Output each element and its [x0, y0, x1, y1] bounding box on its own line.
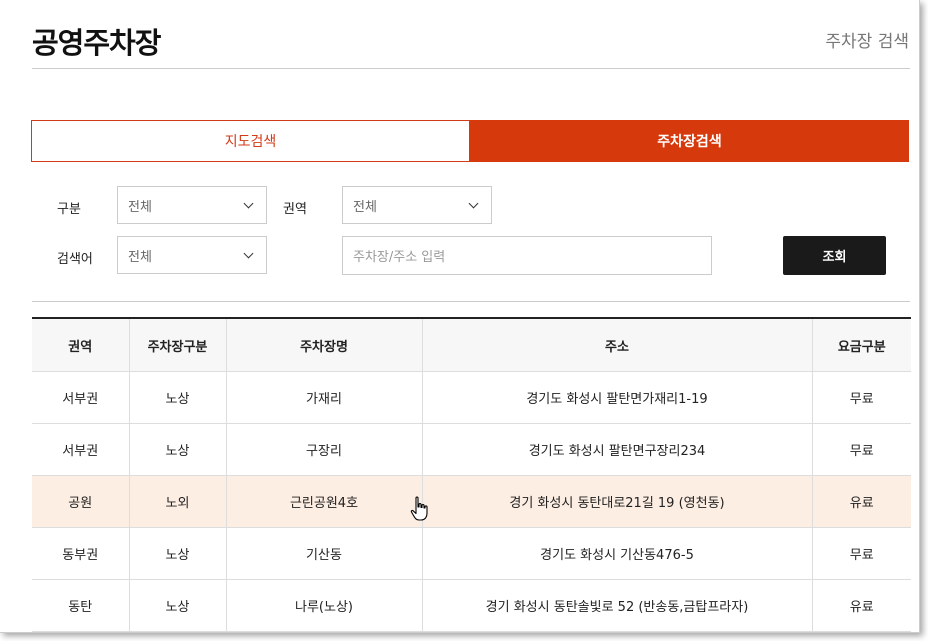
keyword-label: 검색어 [57, 252, 93, 267]
cell-address: 경기 화성시 동탄대로21길 19 (영천동) [421, 475, 812, 528]
table-row[interactable]: 동탄 노상 나루(노상) 경기 화성시 동탄솔빛로 52 (반송동,금탑프라자)… [32, 579, 911, 632]
cell-type: 노상 [128, 371, 226, 424]
page-title: 공영주차장 [32, 26, 161, 60]
cell-address: 경기도 화성시 팔탄면가재리1-19 [421, 371, 812, 424]
region-select-value: 전체 [353, 199, 377, 215]
cell-name: 구장리 [225, 423, 422, 476]
cell-name: 기산동 [225, 527, 422, 580]
cell-fee: 유료 [811, 475, 911, 528]
category-select[interactable]: 전체 [117, 186, 267, 224]
tab-parking-search[interactable]: 주차장검색 [470, 120, 909, 162]
window-frame: 공영주차장 주차장 검색 지도검색 주차장검색 구분 전체 권역 전체 검색어 … [0, 0, 920, 633]
tab-map-search[interactable]: 지도검색 [31, 120, 470, 162]
table-header-row: 권역 주차장구분 주차장명 주소 요금구분 [32, 318, 911, 372]
filter-divider [32, 301, 910, 302]
region-select[interactable]: 전체 [342, 186, 492, 224]
keyword-type-value: 전체 [128, 249, 152, 265]
table-row[interactable]: 서부권 노상 가재리 경기도 화성시 팔탄면가재리1-19 무료 [32, 371, 911, 424]
column-header-type: 주차장구분 [128, 318, 226, 372]
keyword-placeholder: 주차장/주소 입력 [353, 250, 446, 265]
cell-type: 노외 [128, 475, 226, 528]
cell-type: 노상 [128, 527, 226, 580]
breadcrumb[interactable]: 주차장 검색 [825, 27, 909, 52]
cell-fee: 무료 [811, 527, 911, 580]
chevron-down-icon [243, 198, 254, 209]
cell-fee: 유료 [811, 579, 911, 632]
cell-type: 노상 [128, 579, 226, 632]
search-button[interactable]: 조회 [783, 236, 886, 275]
cell-region: 서부권 [32, 423, 129, 476]
cell-address: 경기도 화성시 기산동476-5 [421, 527, 812, 580]
column-header-fee: 요금구분 [811, 318, 911, 372]
cell-name: 나루(노상) [225, 579, 422, 632]
category-select-value: 전체 [128, 199, 152, 215]
category-label: 구분 [57, 202, 81, 217]
region-label: 권역 [283, 202, 307, 217]
table-row-hovered[interactable]: 공원 노외 근린공원4호 경기 화성시 동탄대로21길 19 (영천동) 유료 [32, 475, 911, 528]
keyword-type-select[interactable]: 전체 [117, 236, 267, 274]
cell-region: 동부권 [32, 527, 129, 580]
cell-fee: 무료 [811, 371, 911, 424]
chevron-down-icon [243, 248, 254, 259]
hand-pointer-icon [410, 496, 428, 521]
cell-type: 노상 [128, 423, 226, 476]
cell-region: 공원 [32, 475, 129, 528]
chevron-down-icon [468, 198, 479, 209]
cell-region: 동탄 [32, 579, 129, 632]
cell-name: 근린공원4호 [225, 475, 422, 528]
column-header-name: 주차장명 [225, 318, 422, 372]
cell-region: 서부권 [32, 371, 129, 424]
header-divider [32, 68, 910, 69]
cell-fee: 무료 [811, 423, 911, 476]
table-row[interactable]: 동부권 노상 기산동 경기도 화성시 기산동476-5 무료 [32, 527, 911, 580]
parking-table: 권역 주차장구분 주차장명 주소 요금구분 서부권 노상 가재리 경기도 화성시… [32, 317, 911, 632]
cell-address: 경기도 화성시 팔탄면구장리234 [421, 423, 812, 476]
cell-name: 가재리 [225, 371, 422, 424]
column-header-region: 권역 [32, 318, 129, 372]
cell-address: 경기 화성시 동탄솔빛로 52 (반송동,금탑프라자) [421, 579, 812, 632]
column-header-address: 주소 [421, 318, 812, 372]
keyword-input[interactable]: 주차장/주소 입력 [342, 236, 712, 275]
table-row[interactable]: 서부권 노상 구장리 경기도 화성시 팔탄면구장리234 무료 [32, 423, 911, 476]
search-tabs: 지도검색 주차장검색 [31, 120, 909, 162]
